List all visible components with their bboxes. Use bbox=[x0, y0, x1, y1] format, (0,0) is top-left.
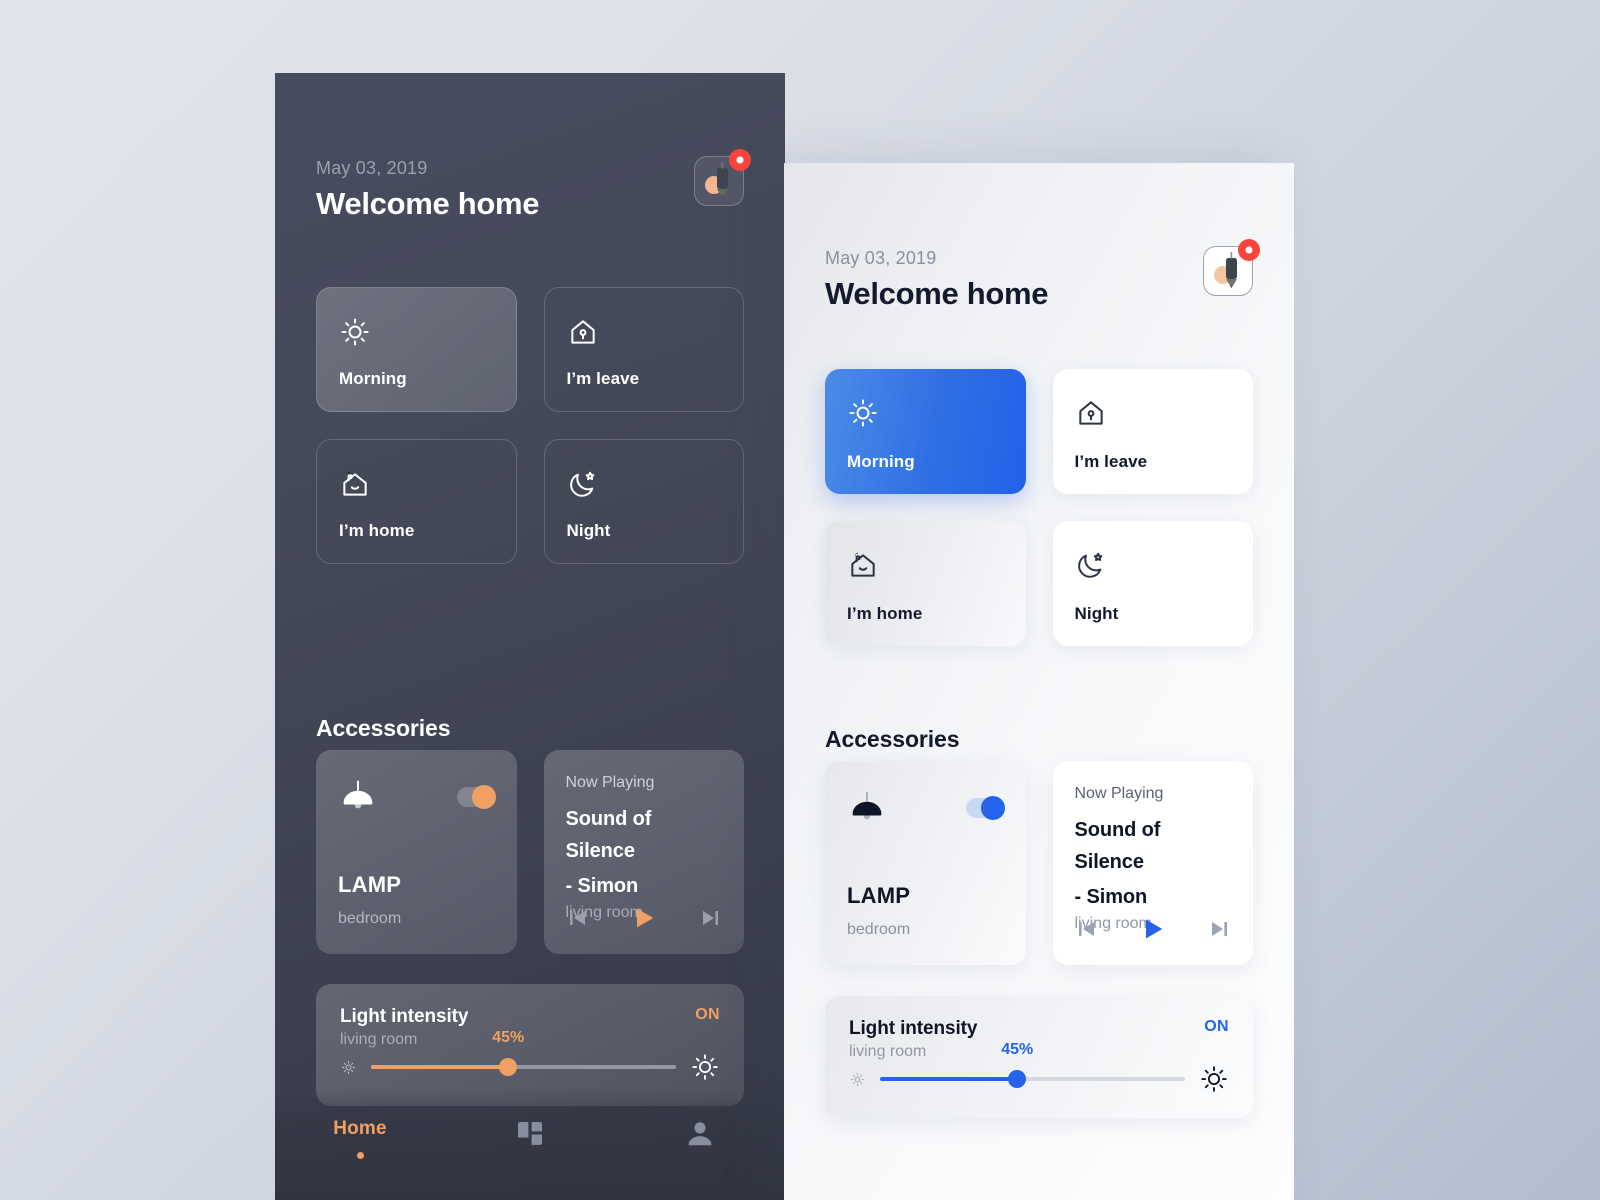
intensity-slider[interactable]: 45% bbox=[340, 1029, 720, 1084]
intensity-room: living room bbox=[849, 1043, 927, 1060]
person-icon bbox=[688, 1122, 712, 1146]
nav-item-home[interactable]: Home bbox=[275, 1118, 445, 1159]
skip-forward-icon[interactable] bbox=[1207, 917, 1231, 941]
light-intensity-card[interactable]: Light intensity living room ON 45% bbox=[825, 996, 1253, 1118]
media-player-card[interactable]: Now Playing Sound of Silence - Simon liv… bbox=[543, 750, 744, 954]
intensity-state-badge: ON bbox=[1204, 1018, 1229, 1035]
lamp-name: LAMP bbox=[847, 883, 911, 908]
active-indicator-dot bbox=[356, 1152, 364, 1159]
slider-track[interactable]: 45% bbox=[371, 1029, 676, 1076]
accessories-heading: Accessories bbox=[825, 726, 960, 753]
skip-back-icon[interactable] bbox=[566, 906, 590, 930]
scene-card-morning[interactable]: Morning bbox=[825, 369, 1026, 494]
house-smile-icon bbox=[851, 552, 875, 577]
sun-icon bbox=[849, 399, 877, 427]
light-theme-phone-screen: May 03, 2019 Welcome home Morning I’m le… bbox=[784, 163, 1294, 1200]
accessories-row: LAMP bedroom Now Playing Sound of Silenc… bbox=[825, 761, 1253, 965]
moon-star-icon bbox=[1077, 552, 1102, 578]
pendant-lamp-icon bbox=[343, 780, 373, 809]
track-title-line1: Sound of Silence bbox=[565, 808, 652, 863]
lamp-room: bedroom bbox=[338, 910, 402, 927]
slider-value-label: 45% bbox=[1001, 1041, 1034, 1058]
accessories-row: LAMP bedroom Now Playing Sound of Silenc… bbox=[316, 750, 744, 954]
lamp-toggle[interactable] bbox=[456, 785, 496, 809]
large-sun-icon bbox=[692, 1054, 718, 1080]
house-lock-icon bbox=[1078, 401, 1103, 425]
accessories-heading: Accessories bbox=[316, 715, 451, 742]
skip-forward-icon[interactable] bbox=[698, 906, 722, 930]
scene-label: Morning bbox=[339, 369, 407, 388]
page-title: Welcome home bbox=[316, 186, 540, 221]
slider-fill bbox=[371, 1065, 509, 1069]
scene-label: Night bbox=[1074, 604, 1119, 623]
scene-card-im-leave[interactable]: I’m leave bbox=[1052, 369, 1253, 494]
scene-label: I’m leave bbox=[1074, 452, 1148, 471]
page-title: Welcome home bbox=[825, 276, 1049, 311]
pen-tool-icon[interactable] bbox=[1203, 239, 1260, 296]
bottom-navigation-bar: Home bbox=[275, 1088, 785, 1200]
scene-label: I’m home bbox=[847, 604, 923, 623]
play-icon[interactable] bbox=[1139, 915, 1167, 943]
now-playing-label: Now Playing bbox=[565, 774, 655, 791]
current-date: May 03, 2019 bbox=[825, 248, 937, 268]
notification-dot bbox=[1238, 239, 1260, 261]
intensity-room: living room bbox=[340, 1031, 418, 1048]
slider-value-label: 45% bbox=[492, 1029, 525, 1046]
nav-item-profile[interactable] bbox=[615, 1118, 785, 1150]
intensity-state-badge: ON bbox=[695, 1006, 720, 1023]
track-title-line1: Sound of Silence bbox=[1074, 819, 1161, 874]
scene-card-morning[interactable]: Morning bbox=[316, 287, 517, 412]
lamp-name: LAMP bbox=[338, 872, 402, 897]
large-sun-icon bbox=[1201, 1066, 1227, 1092]
lamp-room: bedroom bbox=[847, 921, 911, 938]
intensity-title: Light intensity bbox=[340, 1006, 469, 1027]
scene-card-im-leave[interactable]: I’m leave bbox=[543, 287, 744, 412]
scene-label: I’m leave bbox=[566, 369, 640, 388]
lamp-card[interactable]: LAMP bedroom bbox=[825, 761, 1026, 965]
lamp-card[interactable]: LAMP bedroom bbox=[316, 750, 517, 954]
scene-card-night[interactable]: Night bbox=[1052, 521, 1253, 646]
house-smile-icon bbox=[343, 471, 367, 496]
screen-header: May 03, 2019 Welcome home bbox=[825, 239, 1260, 328]
track-title-line2: - Simon bbox=[565, 874, 639, 897]
scene-card-im-home[interactable]: I’m home bbox=[316, 439, 517, 564]
scene-grid: Morning I’m leave I’m home Night bbox=[825, 369, 1253, 646]
moon-star-icon bbox=[569, 471, 594, 497]
pen-tool-icon[interactable] bbox=[694, 149, 751, 206]
sun-icon bbox=[341, 318, 369, 346]
scene-label: Morning bbox=[847, 452, 915, 471]
skip-back-icon[interactable] bbox=[1075, 917, 1099, 941]
scene-label: I’m home bbox=[339, 521, 415, 540]
small-sun-icon bbox=[850, 1072, 865, 1086]
slider-knob[interactable] bbox=[1008, 1070, 1027, 1088]
intensity-title: Light intensity bbox=[849, 1018, 978, 1039]
pendant-lamp-icon bbox=[852, 791, 882, 820]
scene-card-night[interactable]: Night bbox=[543, 439, 744, 564]
now-playing-label: Now Playing bbox=[1074, 785, 1164, 802]
track-title-line2: - Simon bbox=[1074, 885, 1148, 908]
lamp-toggle[interactable] bbox=[965, 796, 1005, 820]
notification-dot bbox=[729, 149, 751, 171]
scene-grid: Morning I’m leave I’m home Night bbox=[316, 287, 744, 564]
scene-card-im-home[interactable]: I’m home bbox=[825, 521, 1026, 646]
small-sun-icon bbox=[341, 1060, 356, 1074]
dashboard-icon bbox=[518, 1122, 542, 1145]
slider-fill bbox=[880, 1077, 1018, 1081]
house-lock-icon bbox=[570, 320, 595, 344]
dark-theme-phone-screen: May 03, 2019 Welcome home Morning I’m le… bbox=[275, 73, 785, 1200]
screen-header: May 03, 2019 Welcome home bbox=[316, 149, 751, 238]
play-icon[interactable] bbox=[630, 904, 658, 932]
nav-item-dashboard[interactable] bbox=[445, 1118, 615, 1150]
current-date: May 03, 2019 bbox=[316, 158, 428, 178]
nav-label-home: Home bbox=[333, 1118, 387, 1139]
slider-track[interactable]: 45% bbox=[880, 1041, 1185, 1088]
media-player-card[interactable]: Now Playing Sound of Silence - Simon liv… bbox=[1052, 761, 1253, 965]
scene-label: Night bbox=[566, 521, 611, 540]
slider-knob[interactable] bbox=[499, 1058, 518, 1076]
intensity-slider[interactable]: 45% bbox=[849, 1041, 1229, 1096]
